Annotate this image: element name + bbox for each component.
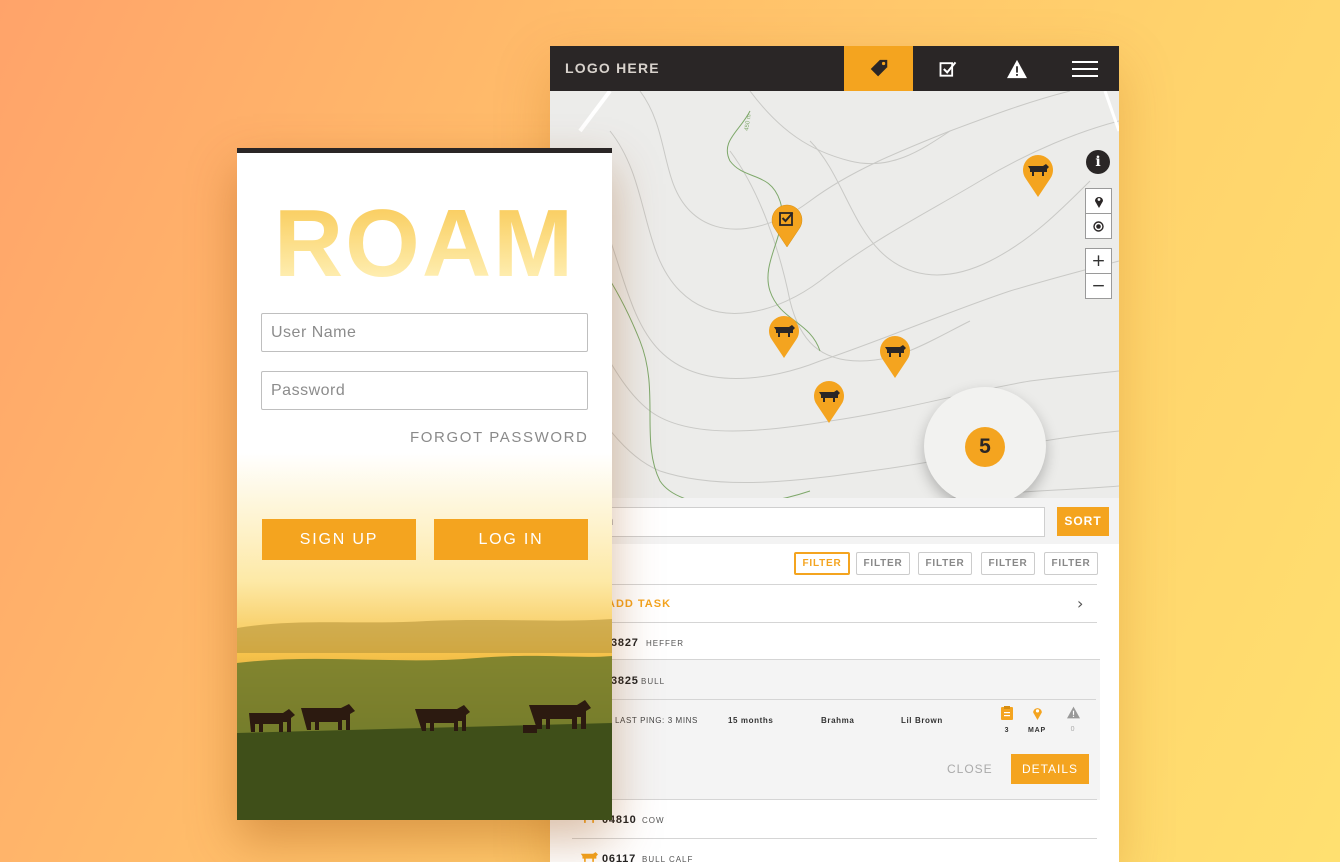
info-icon[interactable]: i (1086, 150, 1110, 174)
animal-breed: Brahma (821, 716, 855, 725)
cow-map-pin[interactable] (878, 333, 912, 379)
checkbox-icon (939, 61, 956, 77)
tasks-count-button[interactable]: 3 (995, 706, 1019, 734)
map-label: MAP (1028, 727, 1046, 734)
list-item[interactable]: 3827 HEFFER (572, 622, 1097, 660)
sort-button[interactable]: SORT (1057, 507, 1109, 536)
zoom-out-button[interactable]: − (1086, 273, 1111, 298)
cluster-count-badge[interactable]: 5 (965, 427, 1005, 467)
location-pin-button[interactable] (1086, 189, 1111, 213)
expanded-list-item: 3825 BULL LAST PING: 3 MINS 15 months Br… (572, 659, 1100, 800)
cow-map-pin[interactable] (767, 313, 801, 359)
location-pin-icon (1032, 708, 1042, 720)
username-field[interactable]: User Name (261, 313, 588, 352)
tag-icon (870, 59, 887, 76)
list-item[interactable]: 04810 COW (572, 799, 1097, 837)
filter-button[interactable]: FILTER (918, 552, 972, 575)
hamburger-menu-icon (1071, 60, 1098, 77)
phone-login-screen: ROAM User Name Password FORGOT PASSWORD … (237, 148, 612, 820)
zoom-in-button[interactable]: + (1086, 249, 1111, 273)
log-in-button[interactable]: LOG IN (434, 519, 588, 560)
list-item[interactable]: 06117 BULL CALF (572, 838, 1097, 862)
animal-kind: BULL (641, 677, 666, 686)
animal-number: 3827 (611, 637, 639, 649)
logo: LOGO HERE (565, 60, 660, 76)
animal-age: 15 months (728, 716, 774, 725)
username-placeholder: User Name (271, 324, 357, 341)
animal-kind: BULL CALF (642, 855, 694, 862)
animal-kind: COW (642, 816, 665, 825)
password-field[interactable]: Password (261, 371, 588, 410)
alerts-count: 0 (1070, 726, 1076, 733)
animal-number: 06117 (602, 853, 636, 862)
search-input[interactable]: rch (590, 507, 1045, 537)
clipboard-icon (1001, 706, 1013, 720)
cow-map-pin[interactable] (812, 378, 846, 424)
filter-button[interactable]: FILTER (981, 552, 1035, 575)
sign-up-button[interactable]: SIGN UP (262, 519, 416, 560)
menu-button[interactable] (1050, 46, 1119, 91)
add-task-row[interactable]: ADD TASK › (572, 584, 1097, 622)
tab-tasks[interactable] (913, 46, 982, 91)
map-button[interactable]: MAP (1025, 706, 1049, 734)
filter-button[interactable]: FILTER (794, 552, 850, 575)
locate-me-button[interactable] (1086, 213, 1111, 238)
search-bar: rch SORT (550, 498, 1119, 544)
pasture-photo (237, 453, 612, 820)
location-pin-icon (1094, 196, 1103, 208)
chevron-right-icon: › (1077, 594, 1084, 613)
locate-me-icon (1093, 220, 1104, 232)
app-title: ROAM (237, 189, 612, 299)
cow-map-pin[interactable] (1021, 152, 1055, 198)
divider (572, 699, 1096, 700)
map-location-controls (1085, 188, 1112, 239)
warning-icon (1006, 59, 1027, 78)
tablet-app: LOGO HERE 450 m i + − 5 SORT FILTER FILT… (550, 46, 1119, 862)
filter-bar: S FILTER FILTER FILTER FILTER FILTER (550, 544, 1119, 584)
top-nav-bar: LOGO HERE (550, 46, 1119, 91)
task-map-pin[interactable] (770, 202, 804, 248)
details-button[interactable]: DETAILS (1011, 754, 1089, 784)
alerts-count-button[interactable]: 0 (1061, 706, 1085, 733)
animal-number: 3825 (611, 675, 639, 687)
filter-button[interactable]: FILTER (856, 552, 910, 575)
zoom-controls: + − (1085, 248, 1112, 299)
animal-name: Lil Brown (901, 716, 943, 725)
tab-alerts[interactable] (982, 46, 1051, 91)
warning-icon (1066, 706, 1080, 719)
close-button[interactable]: CLOSE (947, 762, 993, 776)
tab-tags[interactable] (844, 46, 913, 91)
add-task-label: ADD TASK (607, 598, 672, 610)
last-ping: LAST PING: 3 MINS (615, 716, 698, 725)
animal-kind: HEFFER (646, 639, 684, 648)
contour-label: 450 m (744, 114, 753, 131)
cow-icon (580, 852, 598, 862)
forgot-password-link[interactable]: FORGOT PASSWORD (410, 429, 588, 446)
map-view[interactable]: 450 m i + − 5 (550, 91, 1119, 544)
filter-button[interactable]: FILTER (1044, 552, 1098, 575)
password-placeholder: Password (271, 382, 346, 399)
tasks-count: 3 (1004, 727, 1010, 734)
